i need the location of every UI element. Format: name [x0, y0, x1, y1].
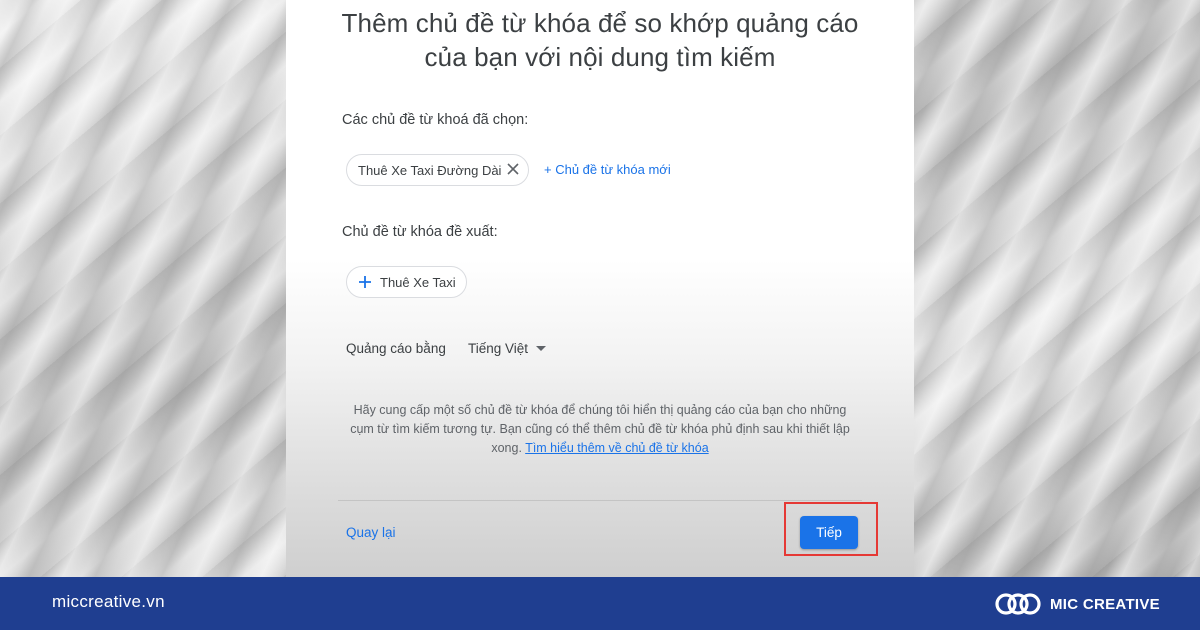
- selected-topic-chip-label: Thuê Xe Taxi Đường Dài: [358, 162, 502, 178]
- help-text: Hãy cung cấp một số chủ đề từ khóa để ch…: [342, 401, 858, 458]
- next-button-highlight: [784, 502, 878, 556]
- plus-icon: [359, 276, 371, 288]
- suggested-topic-chip-label: Thuê Xe Taxi: [380, 274, 456, 290]
- footer-divider: [338, 500, 862, 501]
- language-label: Quảng cáo bằng: [346, 341, 446, 356]
- dialog-title-line-1: Thêm chủ đề từ khóa để so khớp quảng cáo: [341, 8, 859, 38]
- caret-down-icon: [536, 346, 547, 351]
- mic-creative-logo-icon: [995, 593, 1041, 615]
- suggested-topics-label: Chủ đề từ khóa đề xuất:: [342, 224, 498, 240]
- back-button[interactable]: Quay lại: [346, 525, 396, 540]
- suggested-topic-chip[interactable]: Thuê Xe Taxi: [346, 266, 467, 298]
- language-value: Tiếng Việt: [468, 341, 529, 356]
- dialog-title: Thêm chủ đề từ khóa để so khớp quảng cáo…: [286, 6, 914, 74]
- site-url: miccreative.vn: [52, 592, 165, 611]
- learn-more-link[interactable]: Tìm hiểu thêm về chủ đề từ khóa: [525, 441, 708, 455]
- dialog-title-line-2: của bạn với nội dung tìm kiếm: [424, 42, 776, 72]
- selected-topics-label: Các chủ đề từ khoá đã chọn:: [342, 112, 529, 128]
- language-select[interactable]: Tiếng Việt: [468, 341, 547, 356]
- brand-name: MIC CREATIVE: [1050, 595, 1160, 613]
- close-icon[interactable]: [506, 162, 520, 176]
- keyword-topics-dialog: Thêm chủ đề từ khóa để so khớp quảng cáo…: [286, 0, 914, 577]
- brand-footer: miccreative.vn MIC CREATIVE: [0, 577, 1200, 630]
- add-new-topic-link[interactable]: + Chủ đề từ khóa mới: [544, 162, 671, 177]
- brand-logo: MIC CREATIVE: [994, 589, 1160, 619]
- selected-topic-chip[interactable]: Thuê Xe Taxi Đường Dài: [346, 154, 529, 186]
